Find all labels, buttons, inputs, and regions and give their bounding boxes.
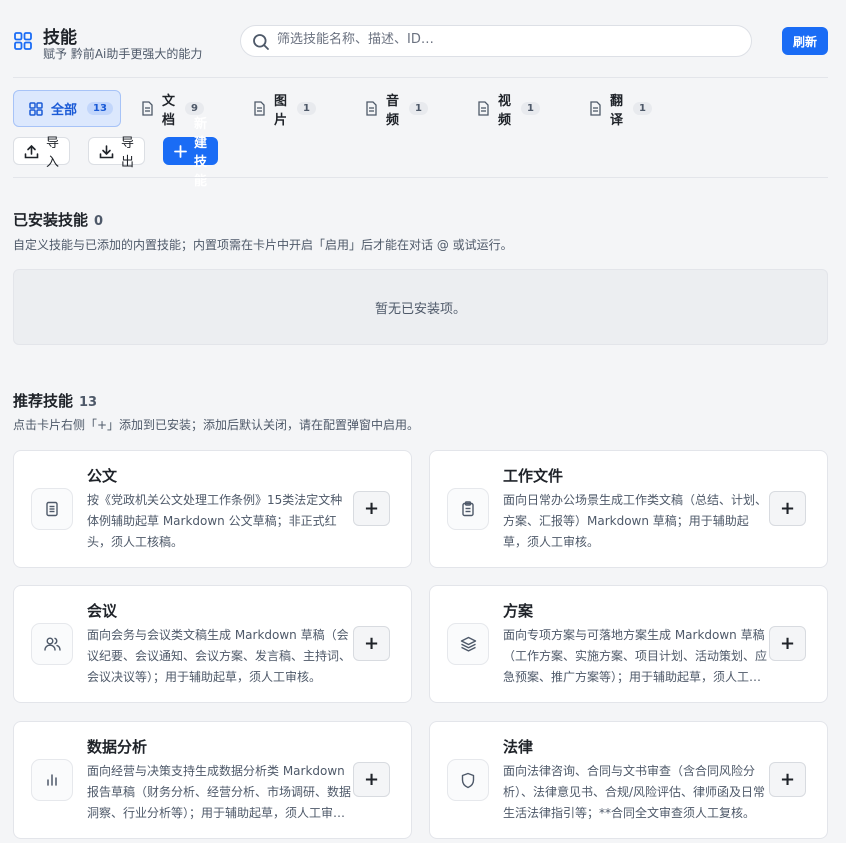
page-subtitle: 赋予 黔前Ai助手更强大的能力 [43,47,203,61]
upload-icon [24,144,39,159]
tab-image[interactable]: 图片 1 [253,90,316,128]
skill-card[interactable]: 法律 面向法律咨询、合同与文书审查（含合同风险分析）、法律意见书、合规/风险评估… [429,721,828,839]
users-icon [31,623,73,665]
skill-card[interactable]: 数据分析 面向经营与决策支持生成数据分析类 Markdown 报告草稿（财务分析… [13,721,412,839]
shield-icon [447,759,489,801]
skill-card-title: 法律 [503,738,534,756]
skill-card-title: 会议 [87,602,118,620]
skill-card-desc: 面向经营与决策支持生成数据分析类 Markdown 报告草稿（财务分析、经营分析… [87,764,351,820]
tab-label: 文档 [162,93,176,128]
add-skill-button[interactable]: + [769,491,806,526]
document-icon [365,101,378,116]
tab-audio[interactable]: 音频 1 [365,90,428,128]
tab-count: 13 [87,102,113,115]
divider [13,77,828,78]
installed-section-title: 已安装技能 0 [13,209,103,230]
search-input[interactable] [277,32,737,47]
tab-all[interactable]: 全部 13 [13,90,121,127]
page-header: 技能 赋予 黔前Ai助手更强大的能力 刷新 [13,22,828,64]
export-label: 导出 [121,136,135,170]
plus-icon [174,144,187,158]
skill-card[interactable]: 方案 面向专项方案与可落地方案生成 Markdown 草稿（工作方案、实施方案、… [429,585,828,703]
installed-count: 0 [94,214,104,229]
import-label: 导入 [46,136,60,170]
skill-card-desc: 面向专项方案与可落地方案生成 Markdown 草稿（工作方案、实施方案、项目计… [503,628,767,684]
export-button[interactable]: 导出 [88,136,146,170]
skill-card-desc: 按《党政机关公文处理工作条例》15类法定文种体例辅助起草 Markdown 公文… [87,493,343,549]
tab-count: 1 [297,102,316,115]
skill-card-desc: 面向日常办公场景生成工作类文稿（总结、计划、方案、汇报等）Markdown 草稿… [503,493,767,549]
bar-chart-icon [31,759,73,801]
add-skill-button[interactable]: + [353,491,390,526]
grid-icon [13,31,33,51]
import-button[interactable]: 导入 [13,136,71,170]
section-title-text: 已安装技能 [13,211,89,229]
tab-video[interactable]: 视频 1 [477,90,540,128]
skill-card[interactable]: 公文 按《党政机关公文处理工作条例》15类法定文种体例辅助起草 Markdown… [13,450,412,568]
add-skill-button[interactable]: + [769,762,806,797]
add-skill-button[interactable]: + [353,762,390,797]
recommended-section-title: 推荐技能 13 [13,390,97,411]
tab-count: 1 [633,102,652,115]
tab-label: 翻译 [610,93,624,128]
download-icon [99,144,114,159]
installed-section-desc: 自定义技能与已添加的内置技能；内置项需在卡片中开启「启用」后才能在对话 @ 或试… [13,238,513,252]
document-icon [477,101,490,116]
tab-label: 全部 [51,103,78,118]
tab-count: 1 [409,102,428,115]
skill-card[interactable]: 会议 面向会务与会议类文稿生成 Markdown 草稿（会议纪要、会议通知、会议… [13,585,412,703]
search-box[interactable] [240,25,752,57]
tab-count: 1 [521,102,540,115]
skill-card-title: 工作文件 [503,467,564,485]
recommended-count: 13 [79,395,98,410]
document-icon [31,488,73,530]
divider [13,177,828,178]
skill-card-desc: 面向法律咨询、合同与文书审查（含合同风险分析）、法律意见书、合规/风险评估、律师… [503,764,766,820]
skill-card[interactable]: 工作文件 面向日常办公场景生成工作类文稿（总结、计划、方案、汇报等）Markdo… [429,450,828,568]
search-icon [253,34,269,50]
installed-empty-state: 暂无已安装项。 [13,269,828,345]
tab-translate[interactable]: 翻译 1 [589,90,652,128]
section-title-text: 推荐技能 [13,392,74,410]
new-skill-button[interactable]: 新建技能 [163,117,219,189]
recommended-section-desc: 点击卡片右侧「+」添加到已安装；添加后默认关闭，请在配置弹窗中启用。 [13,418,420,432]
document-icon [141,101,154,116]
grid-icon [29,101,43,116]
add-skill-button[interactable]: + [353,626,390,661]
skill-card-title: 数据分析 [87,738,148,756]
document-icon [589,101,602,116]
skill-card-title: 公文 [87,467,118,485]
tab-label: 音频 [386,93,400,128]
document-icon [253,101,266,116]
skill-card-title: 方案 [503,602,534,620]
layers-icon [447,623,489,665]
add-skill-button[interactable]: + [769,626,806,661]
skill-card-desc: 面向会务与会议类文稿生成 Markdown 草稿（会议纪要、会议通知、会议方案、… [87,628,351,684]
tab-label: 图片 [274,93,288,128]
refresh-button[interactable]: 刷新 [782,27,828,55]
clipboard-icon [447,488,489,530]
tab-label: 视频 [498,93,512,128]
